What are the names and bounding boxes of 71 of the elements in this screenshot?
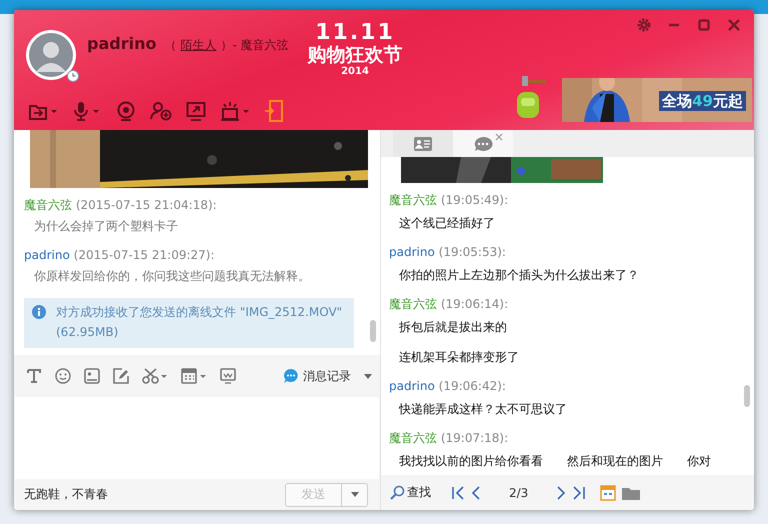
close-tab-icon[interactable] [495, 133, 503, 141]
sender-name: 魔音六弦 [389, 431, 437, 445]
caret-icon [350, 492, 358, 497]
calendar-icon[interactable] [600, 484, 616, 500]
image-icon[interactable] [84, 368, 100, 384]
screen-share-icon[interactable] [186, 101, 206, 121]
smiley-icon[interactable] [55, 368, 71, 384]
mascot-drawing [516, 76, 548, 120]
chat-icon [283, 368, 299, 384]
clock-icon [67, 70, 79, 82]
folder-icon[interactable] [622, 486, 640, 500]
sender-name: 魔音六弦 [389, 193, 437, 207]
chat-icon [473, 136, 493, 152]
edit-icon[interactable] [113, 368, 129, 384]
sender-name: padrino [24, 248, 70, 262]
phone-icon[interactable] [264, 100, 284, 122]
avatar[interactable] [26, 30, 76, 80]
search-button[interactable]: 查找 [389, 484, 431, 501]
message-history-button[interactable]: 消息记录 [283, 368, 351, 384]
side-tab[interactable] [393, 130, 453, 157]
screen-icon[interactable] [220, 368, 236, 384]
first-page-icon[interactable] [451, 486, 465, 500]
sale-logo: 11.11 购物狂欢节 2014 [306, 19, 404, 79]
next-page-icon[interactable] [556, 486, 566, 500]
microphone-icon[interactable] [72, 101, 102, 121]
notice-text: 对方成功接收了您发送的离线文件 "IMG_2512.MOV" (62.95MB) [56, 304, 344, 341]
ad-caption: 全场49元起 [659, 91, 746, 111]
message-text: 为什么会掉了两个塑料卡子 [33, 218, 179, 235]
sender-name: padrino [389, 379, 435, 393]
scissors-icon[interactable] [142, 368, 168, 384]
alarm-icon[interactable] [220, 101, 250, 121]
last-page-icon[interactable] [572, 486, 586, 500]
message-text: 你拍的照片上左边那个插头为什么拔出来了？ [398, 267, 640, 284]
ad-banner[interactable]: 全场49元起 [562, 78, 752, 122]
message-time: (19:07:18): [440, 431, 508, 445]
page-indicator: 2/3 [509, 486, 528, 500]
settings-icon[interactable] [637, 18, 651, 32]
contact-card-icon [414, 136, 432, 150]
message-time: (2015-07-15 21:04:18): [76, 198, 217, 212]
sender-name: 魔音六弦 [24, 198, 72, 212]
scroll-thumb[interactable] [744, 385, 750, 407]
message-time: (19:06:14): [440, 297, 508, 311]
maximize-icon[interactable] [697, 18, 711, 32]
message-input[interactable] [15, 397, 379, 479]
sender-name: 魔音六弦 [389, 297, 437, 311]
calculator-icon[interactable] [181, 368, 207, 384]
scroll-thumb[interactable] [370, 320, 376, 342]
add-person-icon[interactable] [150, 101, 172, 121]
message-text: 快递能弄成这样？太不可思议了 [398, 401, 568, 418]
info-icon [32, 305, 46, 319]
message-text: 连机架耳朵都摔变形了 [398, 349, 520, 366]
message-time: (2015-07-15 21:09:27): [74, 248, 214, 262]
paren-text: （ [164, 37, 176, 54]
close-icon[interactable] [727, 18, 741, 32]
side-tab[interactable] [453, 130, 513, 157]
sender-name: padrino [389, 245, 435, 259]
previous-page-icon[interactable] [471, 486, 481, 500]
font-icon[interactable] [26, 368, 42, 384]
message-text: 我找找以前的图片给你看看 然后和现在的图片 你对 [398, 453, 712, 470]
contact-name: padrino [87, 34, 156, 53]
contact-remark: ）- 魔音六弦 [220, 37, 289, 54]
message-text: 这个线已经插好了 [398, 215, 496, 232]
caret-icon[interactable] [364, 374, 372, 378]
message-text: 拆包后就是拔出来的 [398, 319, 508, 336]
search-icon [389, 484, 405, 500]
camera-icon[interactable] [116, 101, 136, 121]
signature-text: 无跑鞋，不青春 [24, 486, 108, 503]
message-time: (19:05:49): [440, 193, 508, 207]
message-time: (19:05:53): [438, 245, 506, 259]
message-text: 你原样发回给你的，你问我这些问题我真无法解释。 [33, 268, 311, 285]
message-time: (19:06:42): [438, 379, 506, 393]
